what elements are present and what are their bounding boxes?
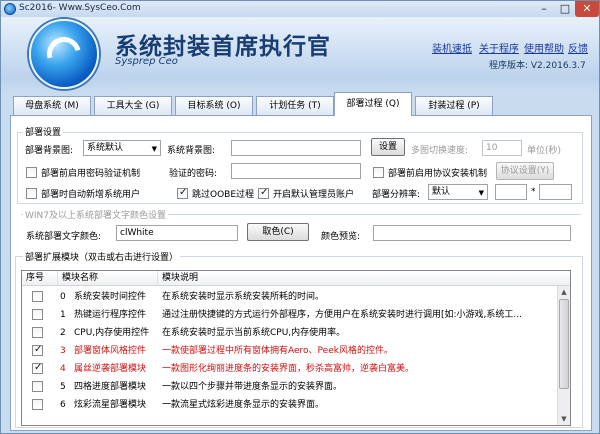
row-index: 0: [60, 292, 66, 302]
row-index: 4: [60, 364, 66, 374]
setup-button[interactable]: 设置: [371, 138, 405, 156]
row-desc: 在系统安装时显示系统安装所耗的时间。: [162, 292, 325, 302]
row-checkbox[interactable]: [32, 362, 43, 374]
version-label: 程序版本: V2.2016.3.7: [489, 61, 586, 71]
password-checkbox[interactable]: [26, 167, 37, 178]
row-checkbox[interactable]: [32, 327, 43, 338]
verify-password-input[interactable]: [231, 163, 361, 179]
speed-input[interactable]: 10: [482, 140, 522, 156]
row-name: 热键运行程序控件: [74, 310, 147, 320]
app-icon: [4, 3, 16, 15]
resolution-separator: *: [531, 187, 536, 197]
tab-scheduled-tasks[interactable]: 计划任务 (T): [256, 96, 334, 115]
table-row[interactable]: 1 热键运行程序控件 通过注册快捷键的方式运行外部程序，方便用户在系统安装时进行…: [22, 307, 557, 323]
row-checkbox[interactable]: [32, 309, 43, 320]
row-desc: 通过注册快捷键的方式运行外部程序，方便用户在系统安装时进行调用[如:小游戏,系统…: [162, 310, 522, 320]
resolution-select[interactable]: 默认: [428, 184, 488, 200]
minimize-button[interactable]: –: [533, 1, 555, 17]
scroll-thumb[interactable]: [559, 299, 569, 389]
modules-list-header: 序号 模块名称 模块说明: [22, 271, 570, 286]
color-preview-box: [373, 225, 571, 241]
text-color-input[interactable]: clWhite: [116, 225, 238, 241]
bg-select[interactable]: 系统默认: [83, 140, 161, 156]
sys-bg-label: 系统背景图:: [167, 146, 216, 156]
admin-account-label: 开启默认管理员账户: [273, 190, 355, 200]
scroll-up-icon[interactable]: ▲: [558, 286, 570, 298]
password-checkbox-label: 部署前启用密码验证机制: [41, 169, 141, 179]
protocol-settings-button[interactable]: 协议设置(Y): [496, 162, 554, 180]
row-index: 5: [60, 382, 66, 392]
modules-list[interactable]: 序号 模块名称 模块说明 0 系统安装时间控件 在系统安装时显示系统安装所耗的时…: [21, 270, 571, 426]
close-button[interactable]: ✕: [575, 1, 599, 17]
modules-title: 部署扩展模块（双击或右击进行设置）: [23, 250, 181, 263]
speed-label: 多图切换速度:: [411, 146, 469, 156]
table-row[interactable]: 0 系统安装时间控件 在系统安装时显示系统安装所耗的时间。: [22, 289, 557, 305]
skip-oobe-checkbox[interactable]: [177, 187, 188, 199]
row-checkbox[interactable]: [32, 344, 43, 356]
header-index[interactable]: 序号: [22, 271, 58, 286]
app-window: Sc2016- Www.SysCeo.Com – □ ✕ 系统封装首席执行官 S…: [0, 0, 600, 434]
title-bar: Sc2016- Www.SysCeo.Com – □ ✕: [1, 1, 599, 17]
row-name: 系统安装时间控件: [74, 292, 147, 302]
verify-password-label: 验证的密码:: [169, 169, 218, 179]
new-user-checkbox[interactable]: [26, 188, 37, 199]
deploy-settings-title: 部署设置: [23, 125, 64, 138]
resolution-width-input[interactable]: [495, 184, 527, 200]
table-row[interactable]: 3 部署窗体风格控件 一款使部署过程中所有窗体拥有Aero、Peek风格的控件。: [22, 343, 557, 359]
table-row[interactable]: 4 属丝逆袭部署模块 一款图形化绚丽进度条的安装界面，秒杀高富帅，逆袭白富美。: [22, 361, 557, 377]
tab-tools[interactable]: 工具大全 (G): [94, 96, 172, 115]
tab-package-process[interactable]: 封装过程 (P): [415, 96, 493, 115]
row-desc: 一款使部署过程中所有窗体拥有Aero、Peek风格的控件。: [162, 346, 393, 356]
row-index: 6: [60, 400, 66, 410]
admin-account-checkbox[interactable]: [258, 187, 269, 199]
protocol-checkbox[interactable]: [373, 167, 384, 178]
link-help[interactable]: 使用帮助: [524, 40, 564, 55]
table-row[interactable]: 2 CPU,内存使用控件 在系统安装时显示当前系统CPU,内存使用率。: [22, 325, 557, 341]
scroll-down-icon[interactable]: ▼: [558, 413, 570, 425]
header-module-name[interactable]: 模块名称: [58, 271, 158, 286]
color-preview-label: 颜色预览:: [321, 232, 361, 242]
row-index: 1: [60, 310, 66, 320]
row-index: 3: [60, 346, 66, 356]
sys-bg-input[interactable]: [231, 140, 361, 156]
link-feedback[interactable]: 反馈: [568, 40, 588, 55]
row-checkbox[interactable]: [32, 399, 43, 410]
skip-oobe-label: 跳过OOBE过程: [192, 190, 255, 200]
tab-master-system[interactable]: 母盘系统 (M): [13, 96, 91, 115]
protocol-checkbox-label: 部署前启用协议安装机制: [388, 169, 488, 179]
row-name: 炫彩流星部署模块: [74, 400, 147, 410]
bg-label: 部署背景图:: [25, 146, 74, 156]
maximize-button[interactable]: □: [555, 1, 575, 17]
row-desc: 在系统安装时显示当前系统CPU,内存使用率。: [162, 328, 346, 338]
row-name: 部署窗体风格控件: [74, 346, 147, 356]
table-row[interactable]: 5 四格进度部署模块 一款以四个步骤并带进度条显示的安装界面。: [22, 379, 557, 395]
row-checkbox[interactable]: [32, 381, 43, 392]
link-install-speed[interactable]: 装机速抵: [432, 40, 472, 55]
tab-target-system[interactable]: 目标系统 (O): [175, 96, 253, 115]
link-about[interactable]: 关于程序: [479, 40, 519, 55]
row-desc: 一款流星式炫彩进度条显示的安装界面。: [162, 400, 325, 410]
row-desc: 一款图形化绚丽进度条的安装界面，秒杀高富帅，逆袭白富美。: [162, 364, 415, 374]
row-name: CPU,内存使用控件: [74, 328, 150, 338]
row-name: 四格进度部署模块: [74, 382, 147, 392]
resolution-label: 部署分辨率:: [372, 190, 421, 200]
header-module-desc[interactable]: 模块说明: [158, 271, 570, 286]
text-color-label: 系统部署文字颜色:: [26, 232, 102, 242]
speed-unit: 单位(秒): [527, 146, 562, 156]
pick-color-button[interactable]: 取色(C): [247, 223, 309, 241]
table-row[interactable]: 6 炫彩流星部署模块 一款流星式炫彩进度条显示的安装界面。: [22, 397, 557, 413]
row-name: 属丝逆袭部署模块: [74, 364, 147, 374]
row-desc: 一款以四个步骤并带进度条显示的安装界面。: [162, 382, 343, 392]
row-checkbox[interactable]: [32, 291, 43, 302]
window-title: Sc2016- Www.SysCeo.Com: [19, 3, 141, 13]
row-index: 2: [60, 328, 66, 338]
text-color-section-title: WIN7及以上系统部署文字颜色设置: [23, 208, 169, 221]
resolution-height-input[interactable]: [539, 184, 572, 200]
tab-deploy-process[interactable]: 部署过程 (Q): [334, 92, 412, 116]
new-user-checkbox-label: 部署时自动新增系统用户: [41, 190, 141, 200]
app-subtitle: Sysprep Ceo: [115, 56, 178, 67]
